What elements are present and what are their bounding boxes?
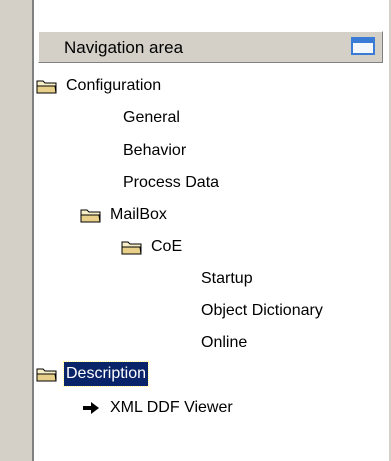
tree-item-label: MailBox	[110, 206, 167, 223]
tree-item-startup[interactable]: Startup	[199, 267, 255, 291]
tree-item-label: Startup	[201, 270, 253, 287]
tree-item-label: Online	[201, 334, 248, 351]
tree-item-configuration[interactable]: Configuration	[36, 74, 163, 98]
tree-item-label: Process Data	[123, 174, 220, 191]
tree-item-description[interactable]: Description	[36, 361, 150, 387]
navigation-tree: Configuration General Behavior Process D…	[34, 0, 389, 461]
tree-item-behavior[interactable]: Behavior	[121, 139, 188, 163]
tree-item-general[interactable]: General	[121, 106, 182, 130]
tree-item-label: Description	[62, 361, 150, 387]
folder-icon	[80, 209, 101, 223]
tree-item-label: XML DDF Viewer	[110, 399, 233, 416]
tree-item-object-dictionary[interactable]: Object Dictionary	[199, 299, 325, 323]
arrow-right-icon	[83, 402, 99, 414]
folder-icon	[36, 368, 57, 382]
tree-item-label: CoE	[151, 238, 183, 255]
tree-item-label: Behavior	[123, 142, 187, 159]
tree-item-label: General	[123, 109, 180, 126]
tree-item-mailbox[interactable]: MailBox	[80, 203, 169, 227]
tree-item-coe[interactable]: CoE	[121, 235, 184, 259]
tree-item-process-data[interactable]: Process Data	[121, 171, 221, 195]
tree-item-label: Configuration	[66, 77, 162, 94]
tree-item-label: Object Dictionary	[201, 302, 323, 319]
navigation-panel: Navigation area Configuration General Be…	[32, 0, 389, 461]
tree-item-xml-ddf-viewer[interactable]: XML DDF Viewer	[81, 396, 235, 420]
tree-item-online[interactable]: Online	[199, 331, 249, 355]
folder-icon	[121, 241, 142, 255]
folder-icon	[36, 80, 57, 94]
